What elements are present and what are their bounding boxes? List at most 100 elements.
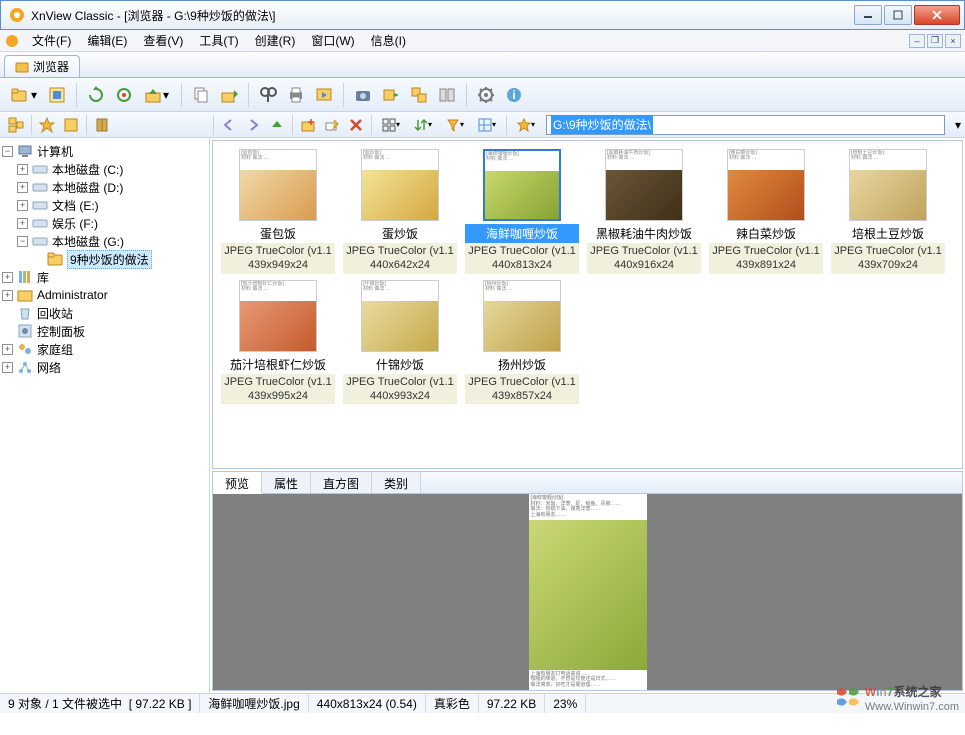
print-button[interactable] [283, 82, 309, 108]
drive-icon [32, 215, 48, 231]
refresh-button[interactable] [83, 82, 109, 108]
tree-selected-folder[interactable]: 9种炒饭的做法 [67, 250, 152, 269]
menu-create[interactable]: 创建(R) [247, 30, 304, 51]
capture-button[interactable] [350, 82, 376, 108]
tree-network[interactable]: 网络 [37, 359, 61, 376]
tree-drive-d[interactable]: 本地磁盘 (D:) [52, 179, 123, 196]
up-folder-button[interactable]: ▾ [139, 82, 175, 108]
nav-back-button[interactable] [218, 114, 240, 136]
detail-tab-properties[interactable]: 属性 [262, 472, 311, 493]
categories-button[interactable] [60, 114, 82, 136]
menu-file[interactable]: 文件(F) [24, 30, 79, 51]
thumbnail-area[interactable]: [蛋包饭]材料 做法 …蛋包饭JPEG TrueColor (v1.1439x9… [212, 140, 963, 469]
tree-library[interactable]: 库 [37, 269, 49, 286]
thumbnail-item[interactable]: [什锦炒饭]材料 做法 …什锦炒饭JPEG TrueColor (v1.1440… [339, 280, 461, 405]
tree-toggle[interactable]: + [17, 164, 28, 175]
fullscreen-button[interactable] [44, 82, 70, 108]
tree-drive-f[interactable]: 娱乐 (F:) [52, 215, 98, 232]
tree-drive-e[interactable]: 文档 (E:) [52, 197, 99, 214]
tree-toggle[interactable]: + [2, 272, 13, 283]
tree-toggle[interactable]: − [17, 236, 28, 247]
status-colormode: 真彩色 [426, 694, 479, 713]
batch-button[interactable] [406, 82, 432, 108]
delete-button[interactable] [345, 114, 367, 136]
thumbnail-name: 蛋炒饭 [343, 224, 457, 243]
tree-toggle[interactable]: + [2, 290, 13, 301]
address-dropdown-button[interactable]: ▾ [951, 118, 965, 132]
thumbnail-item[interactable]: [扬州炒饭]材料 做法 …扬州炒饭JPEG TrueColor (v1.1439… [461, 280, 583, 405]
tree-recycle[interactable]: 回收站 [37, 305, 73, 322]
secondary-toolbar: ▾ ▾ ▾ ▾ ▾ G:\9种炒饭的做法\ ▾ [0, 112, 965, 138]
tab-browser[interactable]: 浏览器 [4, 55, 80, 77]
folder-tree[interactable]: − 计算机 + 本地磁盘 (C:) + 本地磁盘 (D:) + 文档 (E:) + 娱乐 … [0, 138, 210, 693]
thumbnail-item[interactable]: [培根土豆炒饭]材料 做法 …培根土豆炒饭JPEG TrueColor (v1.… [827, 149, 949, 274]
info-button[interactable]: i [501, 82, 527, 108]
tree-toggle[interactable]: + [17, 218, 28, 229]
drive-icon [32, 179, 48, 195]
view-mode-button[interactable]: ▾ [376, 114, 406, 136]
thumbnail-meta: JPEG TrueColor (v1.1440x993x24 [343, 374, 457, 405]
thumbnail-item[interactable]: [辣白菜炒饭]材料 做法 …辣白菜炒饭JPEG TrueColor (v1.14… [705, 149, 827, 274]
thumbnail-item[interactable]: [海鲜咖喱炒饭]材料 做法 …海鲜咖喱炒饭JPEG TrueColor (v1.… [461, 149, 583, 274]
thumbnail-item[interactable]: [蛋炒饭]材料 做法 …蛋炒饭JPEG TrueColor (v1.1440x6… [339, 149, 461, 274]
folders-view-button[interactable] [5, 114, 27, 136]
minimize-button[interactable] [854, 5, 882, 25]
tree-toggle[interactable]: + [17, 182, 28, 193]
tree-drive-c[interactable]: 本地磁盘 (C:) [52, 161, 123, 178]
computer-icon [17, 143, 33, 159]
layout-button[interactable]: ▾ [472, 114, 502, 136]
new-folder-button[interactable] [297, 114, 319, 136]
thumbnail-name: 什锦炒饭 [343, 355, 457, 374]
settings-button[interactable] [473, 82, 499, 108]
maximize-button[interactable] [884, 5, 912, 25]
tree-control-panel[interactable]: 控制面板 [37, 323, 85, 340]
copy-button[interactable] [188, 82, 214, 108]
tree-computer[interactable]: 计算机 [37, 143, 73, 160]
tree-homegroup[interactable]: 家庭组 [37, 341, 73, 358]
thumbnail-name: 扬州炒饭 [465, 355, 579, 374]
export-button[interactable] [216, 82, 242, 108]
drive-icon [32, 161, 48, 177]
tree-toggle[interactable]: + [2, 362, 13, 373]
detail-tab-histogram[interactable]: 直方图 [311, 472, 372, 493]
address-bar[interactable]: G:\9种炒饭的做法\ [546, 115, 945, 135]
thumbnail-item[interactable]: [黑椒耗油牛肉炒饭]材料 做法 …黑椒耗油牛肉炒饭JPEG TrueColor … [583, 149, 705, 274]
detail-tab-categories[interactable]: 类别 [372, 472, 421, 493]
menu-view[interactable]: 查看(V) [135, 30, 191, 51]
tree-toggle[interactable]: + [2, 344, 13, 355]
document-tabbar: 浏览器 [0, 52, 965, 78]
close-button[interactable] [914, 5, 960, 25]
thumbnail-item[interactable]: [蛋包饭]材料 做法 …蛋包饭JPEG TrueColor (v1.1439x9… [217, 149, 339, 274]
menu-window[interactable]: 窗口(W) [303, 30, 362, 51]
search-button[interactable] [255, 82, 281, 108]
mdi-close-button[interactable]: × [945, 34, 961, 48]
favorites-button[interactable] [36, 114, 58, 136]
mdi-restore-button[interactable]: ❐ [927, 34, 943, 48]
menu-edit[interactable]: 编辑(E) [79, 30, 135, 51]
detail-tab-preview[interactable]: 预览 [213, 472, 262, 494]
thumbnail-name: 茄汁培根虾仁炒饭 [221, 355, 335, 374]
user-icon [17, 287, 33, 303]
tree-toggle[interactable]: + [17, 200, 28, 211]
book-button[interactable] [91, 114, 113, 136]
menu-tools[interactable]: 工具(T) [191, 30, 246, 51]
tree-toggle[interactable]: − [2, 146, 13, 157]
filter-button[interactable]: ▾ [440, 114, 470, 136]
menu-info[interactable]: 信息(I) [363, 30, 414, 51]
tree-administrator[interactable]: Administrator [37, 288, 108, 302]
open-button[interactable]: ▾ [6, 82, 42, 108]
thumbnail-item[interactable]: [茄汁培根虾仁炒饭]材料 做法 …茄汁培根虾仁炒饭JPEG TrueColor … [217, 280, 339, 405]
tree-drive-g[interactable]: 本地磁盘 (G:) [52, 233, 124, 250]
library-icon [17, 269, 33, 285]
bookmark-button[interactable]: ▾ [511, 114, 541, 136]
stop-button[interactable] [111, 82, 137, 108]
rename-button[interactable] [321, 114, 343, 136]
nav-forward-button[interactable] [242, 114, 264, 136]
control-panel-icon [17, 323, 33, 339]
convert-button[interactable] [378, 82, 404, 108]
compare-button[interactable] [434, 82, 460, 108]
sort-button[interactable]: ▾ [408, 114, 438, 136]
slideshow-button[interactable] [311, 82, 337, 108]
nav-up-button[interactable] [266, 114, 288, 136]
mdi-minimize-button[interactable]: – [909, 34, 925, 48]
